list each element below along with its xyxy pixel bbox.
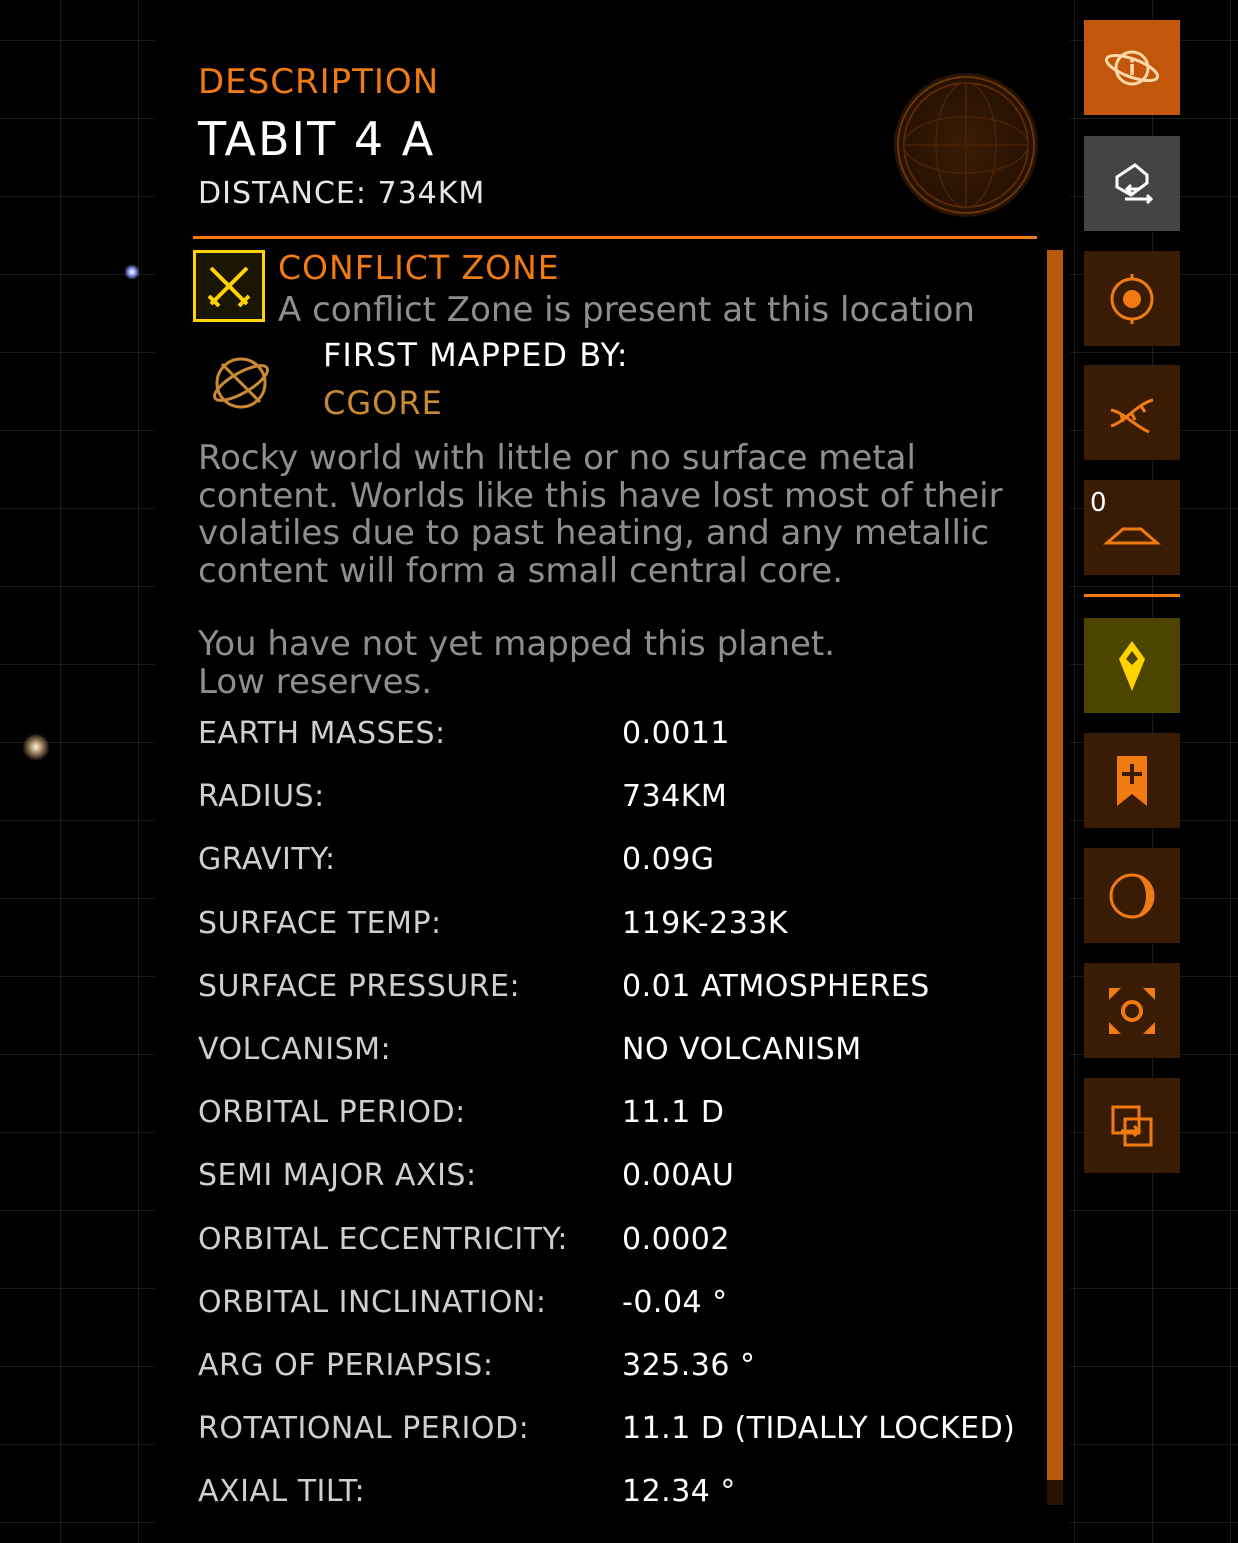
stat-value: 0.00AU	[622, 1158, 735, 1194]
crossed-swords-icon	[193, 250, 265, 322]
planet-info-button[interactable]: i	[1084, 20, 1180, 115]
planet-info-icon: i	[1104, 50, 1160, 85]
moon-view-icon	[1109, 873, 1155, 918]
svg-text:i: i	[1129, 56, 1136, 80]
exit-view-button[interactable]	[1084, 1078, 1180, 1173]
toolbar-divider	[1084, 594, 1180, 597]
first-mapped-label: FIRST MAPPED BY:	[323, 336, 629, 374]
biology-button[interactable]	[1084, 365, 1180, 460]
route-swap-icon	[1115, 162, 1154, 204]
target-body-button[interactable]	[1084, 251, 1180, 346]
stat-row: SURFACE TEMP: 119K-233K	[198, 894, 1058, 957]
stat-label: SURFACE TEMP:	[198, 905, 442, 941]
stat-value: 0.0002	[622, 1221, 730, 1257]
section-label: DESCRIPTION	[198, 62, 440, 102]
stat-value: 325.36 °	[622, 1347, 756, 1383]
scrollbar-thumb[interactable]	[1047, 250, 1063, 1480]
stat-label: GRAVITY:	[198, 842, 336, 878]
stat-label: SURFACE PRESSURE:	[198, 968, 521, 1004]
body-name: TABIT 4 A	[198, 112, 436, 166]
stat-row: AXIAL TILT: 12.34 °	[198, 1462, 1058, 1525]
stat-label: VOLCANISM:	[198, 1031, 392, 1067]
stat-label: ORBITAL ECCENTRICITY:	[198, 1221, 568, 1257]
focus-button[interactable]	[1084, 963, 1180, 1058]
moon-view-button[interactable]	[1084, 848, 1180, 943]
target-body-icon	[1110, 273, 1154, 324]
body-info-panel: DESCRIPTION TABIT 4 A DISTANCE: 734KM CO…	[155, 0, 1070, 1543]
stat-row: ROTATIONAL PERIOD: 11.1 D (TIDALLY LOCKED…	[198, 1399, 1058, 1462]
exit-view-icon	[1111, 1105, 1153, 1146]
reserves-status-line: Low reserves.	[198, 661, 433, 702]
stat-row: GRAVITY: 0.09G	[198, 830, 1058, 893]
stat-value: 0.01 ATMOSPHERES	[622, 968, 930, 1004]
stat-row: ARG OF PERIAPSIS: 325.36 °	[198, 1336, 1058, 1399]
stat-label: AXIAL TILT:	[198, 1474, 366, 1510]
surface-signals-count: 0	[1090, 488, 1107, 518]
add-bookmark-button[interactable]	[1084, 733, 1180, 828]
route-swap-button[interactable]	[1084, 136, 1180, 231]
surface-signals-icon	[1103, 527, 1161, 544]
background-star	[22, 733, 50, 761]
mapping-status-line: You have not yet mapped this planet.	[198, 624, 836, 664]
stat-value: 0.0011	[622, 716, 730, 751]
conflict-zone-title: CONFLICT ZONE	[278, 248, 560, 287]
first-mapped-commander: CGORE	[323, 384, 443, 422]
stat-label: RADIUS:	[198, 779, 325, 815]
stat-value: 119K-233K	[622, 905, 789, 941]
stat-row: ORBITAL ECCENTRICITY: 0.0002	[198, 1210, 1058, 1273]
mapped-planet-icon	[210, 352, 272, 414]
body-description: Rocky world with little or no surface me…	[198, 438, 1003, 591]
stat-label: EARTH MASSES:	[198, 716, 446, 751]
body-distance: DISTANCE: 734KM	[198, 176, 486, 211]
add-bookmark-icon	[1117, 755, 1147, 806]
stat-label: ROTATIONAL PERIOD:	[198, 1411, 530, 1447]
stat-row: SURFACE PRESSURE: 0.01 ATMOSPHERES	[198, 957, 1058, 1020]
stat-value: 11.1 D	[622, 1095, 725, 1131]
stat-value: NO VOLCANISM	[622, 1031, 862, 1067]
stat-value: -0.04 °	[622, 1284, 728, 1320]
stat-row: ORBITAL PERIOD: 11.1 D	[198, 1083, 1058, 1146]
stat-label: SEMI MAJOR AXIS:	[198, 1158, 477, 1194]
stat-value: 734KM	[622, 779, 728, 815]
biology-icon	[1110, 398, 1154, 433]
stat-label: ARG OF PERIAPSIS:	[198, 1347, 494, 1383]
stat-value: 12.34 °	[622, 1474, 736, 1510]
stat-row: SEMI MAJOR AXIS: 0.00AU	[198, 1146, 1058, 1209]
stat-row: RADIUS: 734KM	[198, 767, 1058, 830]
map-marker-icon	[1119, 640, 1145, 691]
stat-value: 0.09G	[622, 842, 715, 878]
stat-row: ORBITAL INCLINATION: -0.04 °	[198, 1273, 1058, 1336]
mapping-status: You have not yet mapped this planet. Low…	[198, 624, 1028, 702]
focus-icon	[1109, 987, 1155, 1034]
stat-value: 11.1 D (TIDALLY LOCKED)	[622, 1411, 1016, 1447]
globe-icon	[897, 76, 1035, 214]
stat-label: ORBITAL INCLINATION:	[198, 1284, 547, 1320]
surface-signals-button[interactable]: 0	[1084, 480, 1180, 575]
conflict-zone-description: A conflict Zone is present at this locat…	[278, 290, 975, 330]
header-divider	[193, 236, 1037, 239]
body-stats-table: EARTH MASSES: 0.0011 RADIUS: 734KM GRAVITY…	[198, 704, 1058, 1525]
map-marker-button[interactable]	[1084, 618, 1180, 713]
stat-row: EARTH MASSES: 0.0011	[198, 704, 1058, 767]
stat-row: VOLCANISM: NO VOLCANISM	[198, 1020, 1058, 1083]
background-star	[124, 264, 140, 280]
stat-label: ORBITAL PERIOD:	[198, 1095, 466, 1131]
